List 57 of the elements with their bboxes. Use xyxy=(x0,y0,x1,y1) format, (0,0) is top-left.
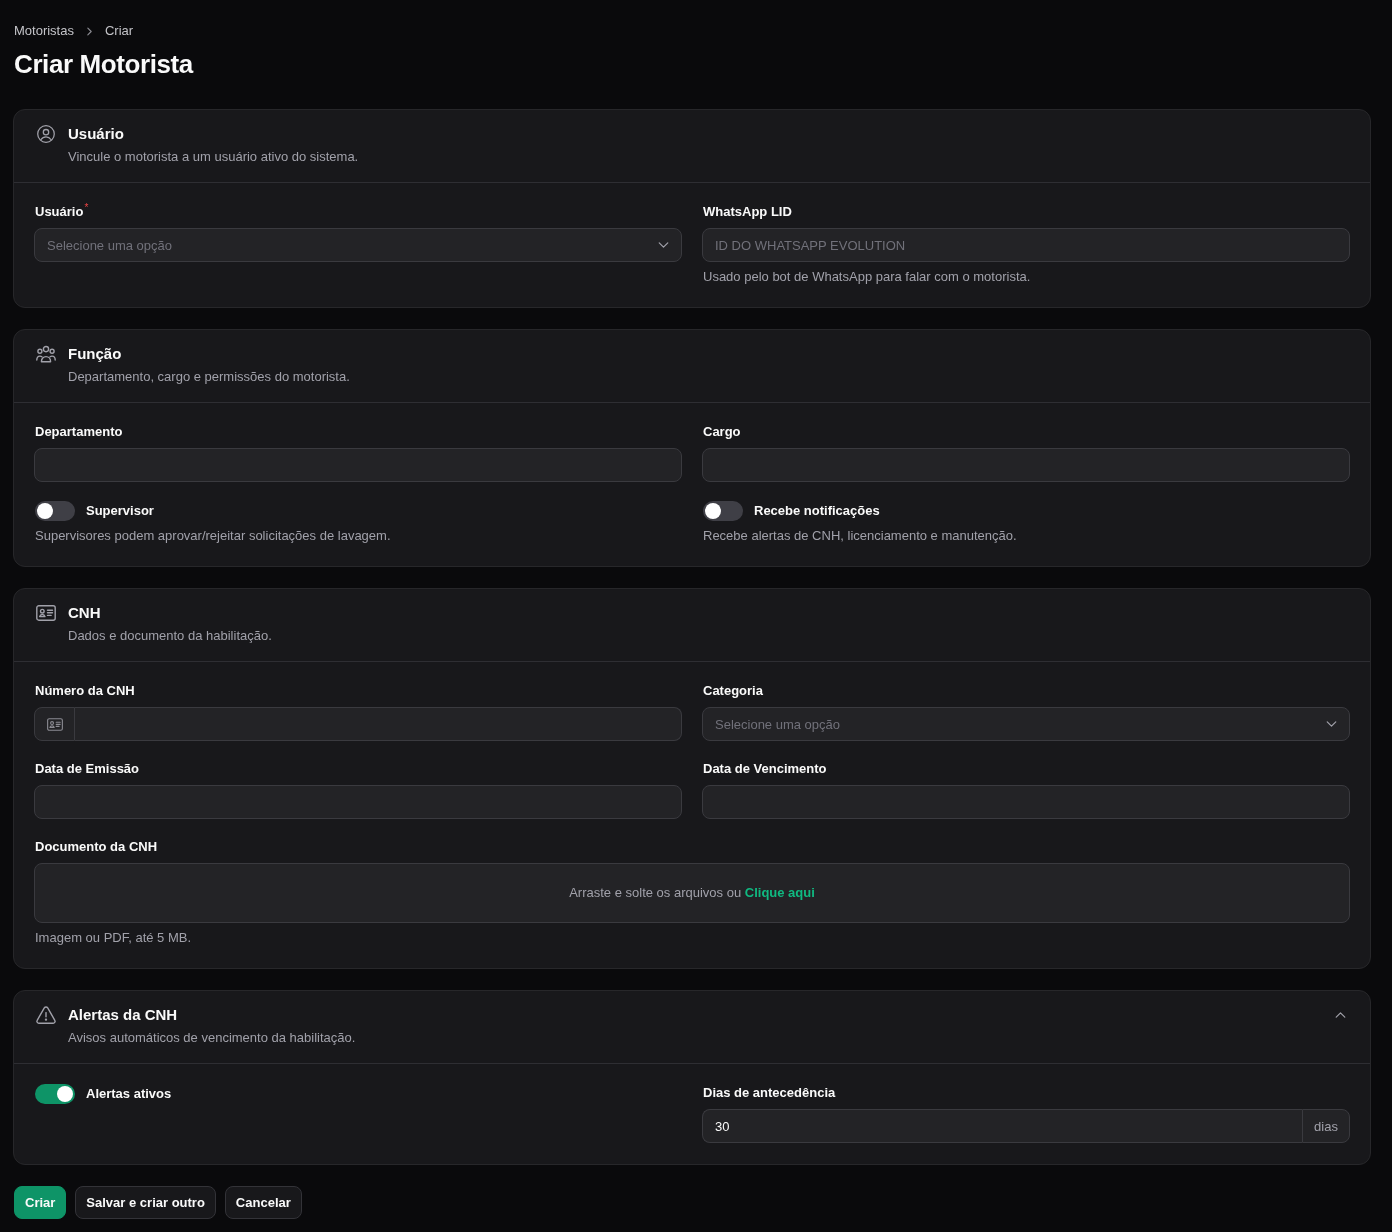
select-field[interactable]: Selecione uma opção xyxy=(702,707,1350,741)
text-input[interactable] xyxy=(34,785,682,819)
breadcrumb-current: Criar xyxy=(104,22,134,40)
cancel-button[interactable]: Cancelar xyxy=(224,1186,302,1219)
toggle-label: Supervisor xyxy=(86,502,154,520)
field-label: WhatsApp LID xyxy=(703,203,792,221)
id-card-icon xyxy=(36,604,56,622)
field-label: Número da CNH xyxy=(35,682,135,700)
section-title: CNH xyxy=(68,603,102,623)
chevron-right-icon xyxy=(86,26,92,36)
page-title: Criar Motorista xyxy=(14,48,195,80)
dropzone-text: Arraste e solte os arquivos ou Clique aqui xyxy=(569,884,815,902)
field-hint: Imagem ou PDF, até 5 MB. xyxy=(34,929,193,947)
browse-link[interactable]: Clique aqui xyxy=(744,885,815,900)
section-title: Usuário xyxy=(68,124,125,144)
field-hint: Supervisores podem aprovar/rejeitar solicitações de lavagem. xyxy=(34,527,392,545)
section-description: Vincule o motorista a um usuário ativo do sistema. xyxy=(68,148,360,166)
chevron-down-icon xyxy=(658,242,669,248)
section-title: Função xyxy=(68,344,123,364)
section-title: Alertas da CNH xyxy=(68,1005,179,1025)
unit-suffix: dias xyxy=(1302,1109,1350,1143)
warning-icon xyxy=(36,1006,56,1024)
user-circle-icon xyxy=(36,125,56,143)
breadcrumb-link[interactable]: Motoristas xyxy=(14,22,74,40)
required-mark: * xyxy=(84,203,89,213)
select-field[interactable]: Selecione uma opção xyxy=(34,228,682,262)
section-description: Departamento, cargo e permissões do motorista. xyxy=(68,368,351,386)
field-label: Departamento xyxy=(35,423,123,441)
field-hint: Usado pelo bot de WhatsApp para falar com o motorista. xyxy=(702,268,1032,286)
text-input[interactable] xyxy=(75,707,682,741)
toggle-label: Alertas ativos xyxy=(86,1085,172,1103)
text-input[interactable] xyxy=(702,448,1350,482)
toggle-label: Recebe notificações xyxy=(754,502,880,520)
field-label: Documento da CNH xyxy=(35,838,158,856)
field-label: Data de Vencimento xyxy=(703,760,827,778)
text-input[interactable] xyxy=(702,785,1350,819)
field-label: Dias de antecedência xyxy=(703,1084,836,1102)
create-button[interactable]: Criar xyxy=(14,1186,67,1219)
field-label: Usuário xyxy=(35,203,84,221)
section-description: Avisos automáticos de vencimento da habilitação. xyxy=(68,1029,357,1047)
toggle-switch[interactable] xyxy=(35,1084,75,1104)
save-and-create-another-button[interactable]: Salvar e criar outro xyxy=(75,1186,216,1219)
text-input[interactable] xyxy=(34,448,682,482)
field-hint: Recebe alertas de CNH, licenciamento e manutenção. xyxy=(702,527,1018,545)
user-group-icon xyxy=(36,345,56,363)
chevron-up-icon[interactable] xyxy=(1335,1012,1346,1018)
section-description: Dados e documento da habilitação. xyxy=(68,627,273,645)
toggle-switch[interactable] xyxy=(703,501,743,521)
field-label: Cargo xyxy=(703,423,741,441)
field-label: Categoria xyxy=(703,682,763,700)
id-card-icon xyxy=(46,717,63,731)
field-label: Data de Emissão xyxy=(35,760,140,778)
toggle-switch[interactable] xyxy=(35,501,75,521)
number-input[interactable]: 30 xyxy=(702,1109,1302,1143)
text-input[interactable]: ID DO WHATSAPP EVOLUTION xyxy=(702,228,1350,262)
chevron-down-icon xyxy=(1326,721,1337,727)
file-dropzone[interactable]: Arraste e solte os arquivos ou Clique aqui xyxy=(34,863,1350,923)
